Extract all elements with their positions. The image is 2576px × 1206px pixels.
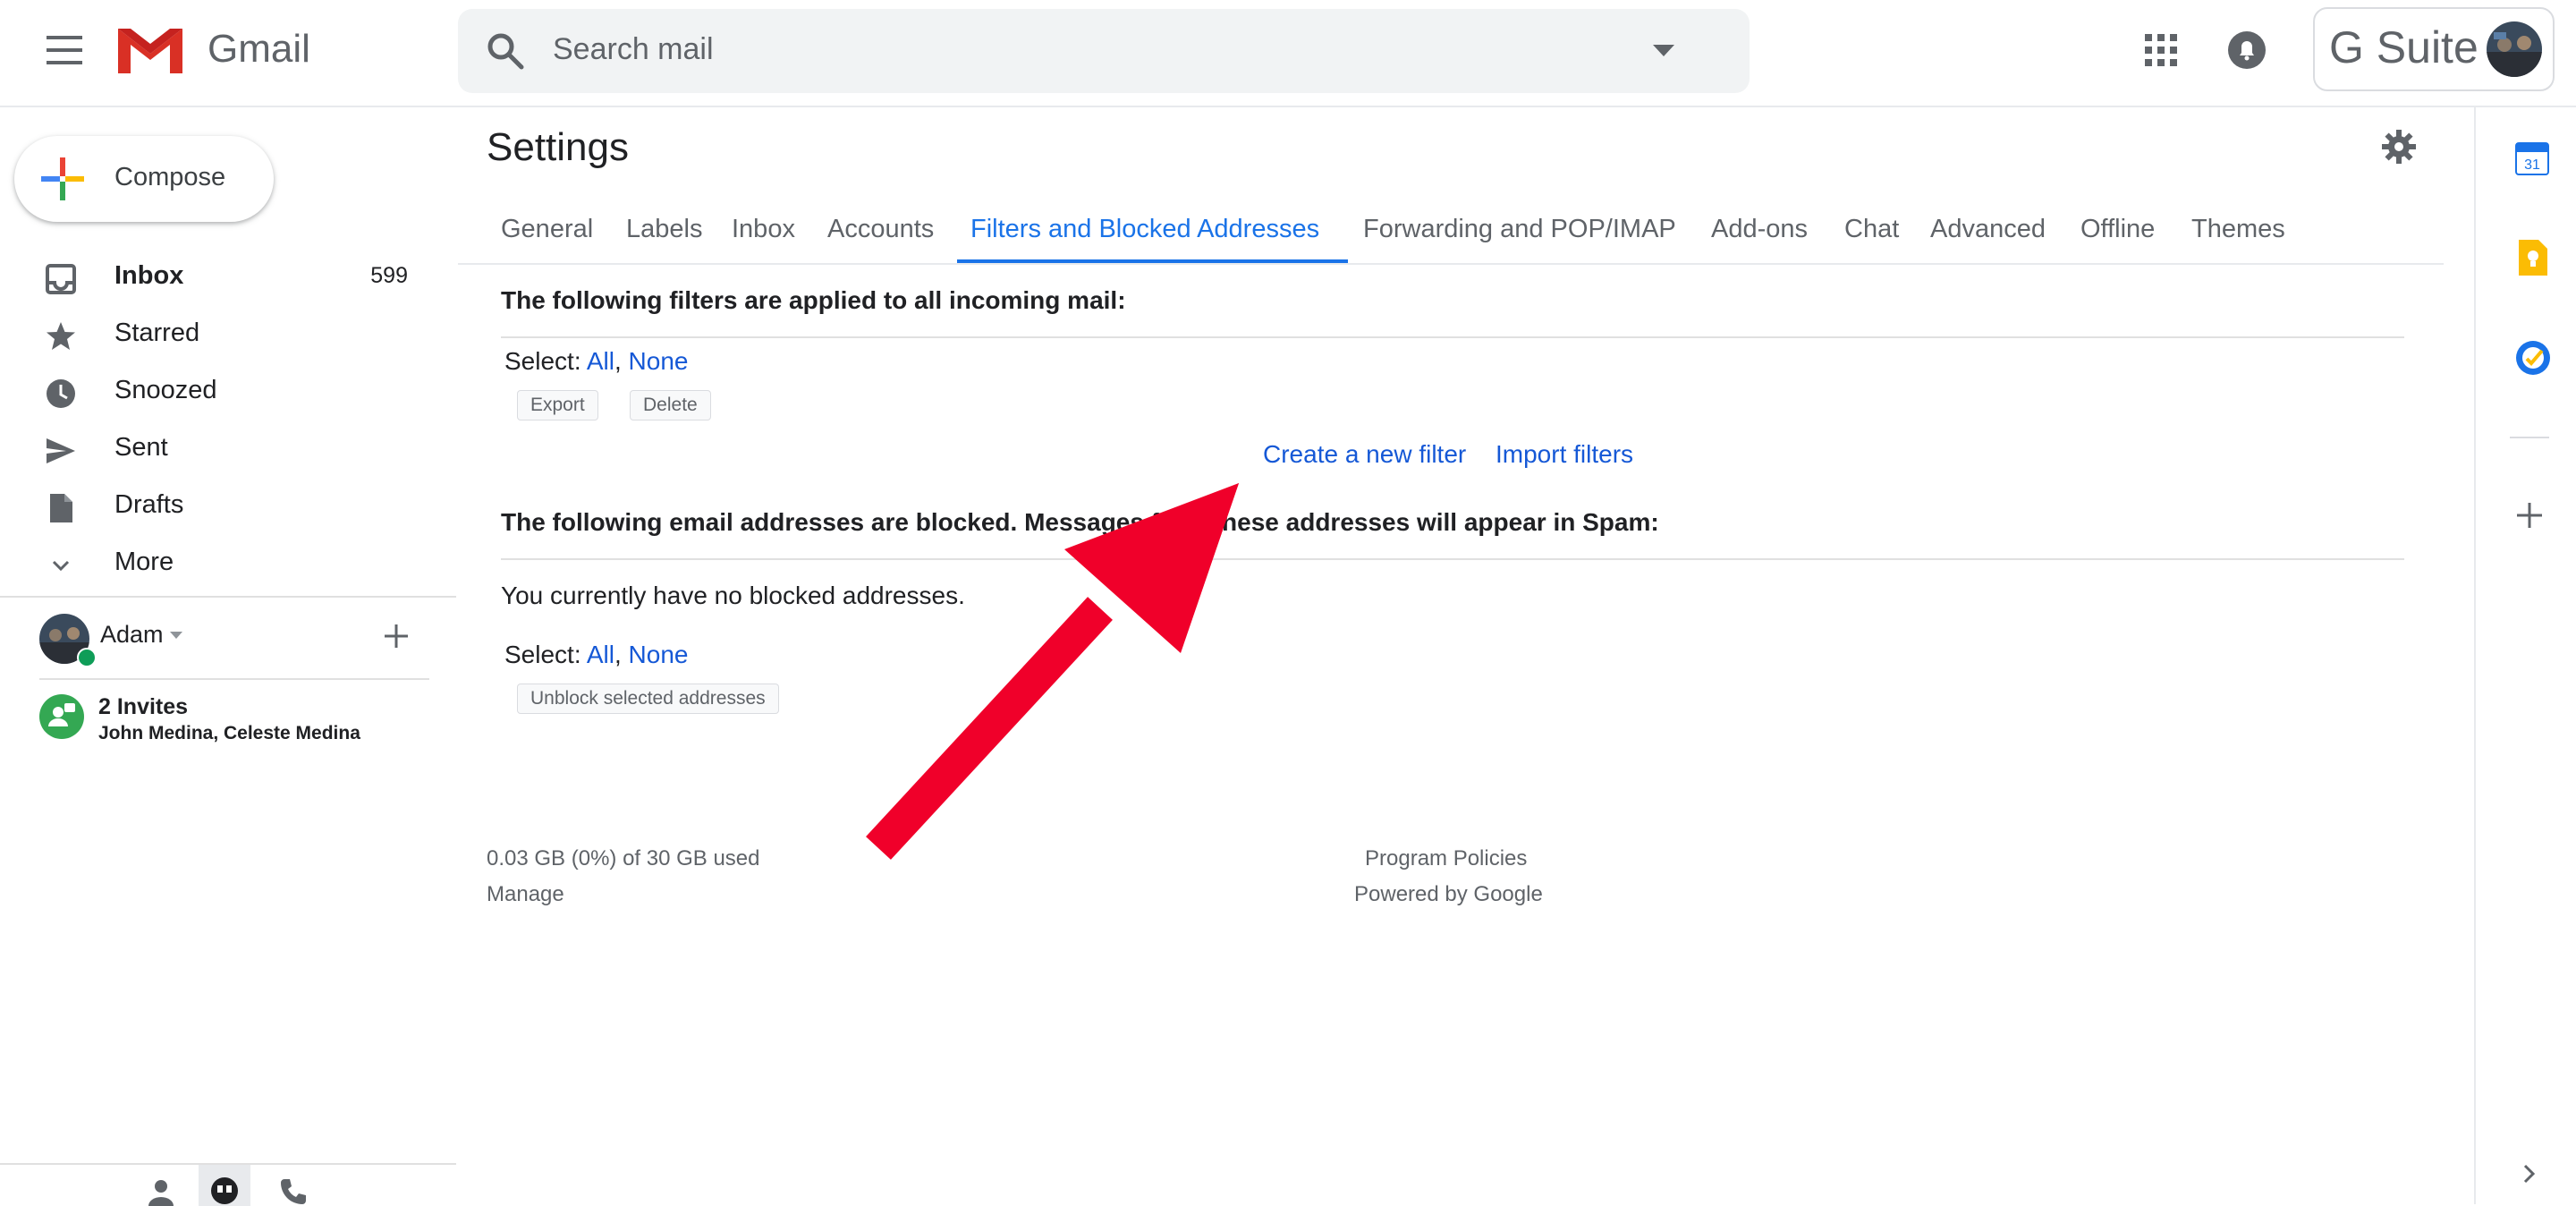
import-filters-link[interactable]: Import filters: [1496, 440, 1633, 469]
compose-plus-icon: [41, 157, 84, 200]
sidebar-item-sent[interactable]: Sent: [0, 422, 438, 480]
tab-filters-and-blocked-addresses[interactable]: Filters and Blocked Addresses: [970, 215, 1319, 244]
menu-icon[interactable]: [43, 34, 86, 66]
tab-forwarding-pop-imap[interactable]: Forwarding and POP/IMAP: [1363, 215, 1676, 244]
inbox-unread-count: 599: [370, 263, 408, 288]
select-separator: ,: [614, 641, 622, 668]
search-icon[interactable]: [485, 30, 526, 72]
select-none-link[interactable]: None: [629, 347, 689, 375]
contacts-person-icon[interactable]: [147, 1177, 175, 1206]
storage-usage-text: 0.03 GB (0%) of 30 GB used: [487, 846, 760, 871]
delete-button[interactable]: Delete: [630, 390, 711, 420]
program-policies-link[interactable]: Program Policies: [1365, 846, 1527, 871]
annotation-arrow: [859, 465, 1252, 868]
hangouts-user-row[interactable]: Adam: [39, 610, 433, 669]
hangouts-quote-icon: [209, 1176, 240, 1206]
hangouts-chat-tab[interactable]: [199, 1165, 250, 1206]
tabs-divider: [458, 263, 2444, 265]
sidebar-item-label: Sent: [114, 433, 168, 462]
powered-by-google: Powered by Google: [1354, 882, 1543, 906]
app-name[interactable]: Gmail: [208, 27, 310, 72]
invite-person-icon: [39, 694, 84, 739]
apps-grid-icon[interactable]: [2145, 34, 2177, 66]
tab-labels[interactable]: Labels: [626, 215, 702, 244]
keep-icon[interactable]: [2517, 240, 2547, 276]
sidebar-item-label: More: [114, 548, 174, 576]
sidebar-item-more[interactable]: More: [0, 537, 438, 594]
gmail-logo[interactable]: [114, 21, 186, 77]
gsuite-label: G Suite: [2329, 22, 2479, 72]
hangouts-divider: [39, 678, 429, 680]
online-status-dot: [77, 648, 97, 667]
select-separator: ,: [614, 347, 622, 375]
invites-item[interactable]: 2 Invites John Medina, Celeste Medina: [39, 689, 433, 752]
tab-advanced[interactable]: Advanced: [1930, 215, 2046, 244]
sidebar-item-snoozed[interactable]: Snoozed: [0, 365, 438, 422]
select-none-link[interactable]: None: [629, 641, 689, 668]
select-label: Select:: [504, 347, 581, 375]
invites-names: John Medina, Celeste Medina: [98, 723, 360, 743]
calendar-day-number: 31: [2524, 157, 2540, 173]
notifications-icon[interactable]: [2227, 30, 2267, 70]
create-new-filter-link[interactable]: Create a new filter: [1263, 440, 1466, 469]
blocked-select-row: Select: All, None: [504, 641, 688, 669]
sidebar-item-starred[interactable]: Starred: [0, 308, 438, 365]
tab-general[interactable]: General: [501, 215, 593, 244]
manage-storage-link[interactable]: Manage: [487, 882, 564, 907]
select-all-link[interactable]: All: [587, 347, 614, 375]
send-icon: [45, 435, 77, 467]
tab-themes[interactable]: Themes: [2191, 215, 2285, 244]
search-options-dropdown-icon[interactable]: [1653, 45, 1674, 57]
sidebar-item-inbox[interactable]: Inbox 599: [0, 251, 438, 308]
settings-gear-icon[interactable]: [2381, 129, 2417, 165]
tab-inbox[interactable]: Inbox: [732, 215, 795, 244]
filters-select-row: Select: All, None: [504, 347, 688, 376]
sidebar-item-label: Drafts: [114, 490, 184, 519]
tasks-icon[interactable]: [2515, 340, 2551, 376]
add-addon-icon[interactable]: [2517, 503, 2542, 528]
blocked-rule: [501, 558, 2404, 560]
filters-rule: [501, 336, 2404, 338]
hangouts-user-name: Adam: [100, 621, 164, 648]
export-button[interactable]: Export: [517, 390, 598, 420]
expand-panel-icon[interactable]: [2522, 1163, 2537, 1185]
unblock-selected-button[interactable]: Unblock selected addresses: [517, 684, 779, 714]
sidebar-item-drafts[interactable]: Drafts: [0, 480, 438, 537]
hangouts-bottom-bar: [0, 1163, 456, 1206]
sidebar-item-label: Snoozed: [114, 376, 217, 404]
addon-divider: [2510, 437, 2549, 438]
search-bar[interactable]: Search mail: [458, 9, 1750, 93]
user-dropdown-icon[interactable]: [170, 632, 182, 639]
select-label: Select:: [504, 641, 581, 668]
sidebar-divider: [0, 596, 456, 598]
addon-side-panel: 31: [2474, 106, 2576, 1204]
compose-button[interactable]: Compose: [14, 136, 274, 222]
calendar-icon[interactable]: 31: [2515, 140, 2549, 175]
tab-chat[interactable]: Chat: [1844, 215, 1899, 244]
chevron-down-icon: [45, 549, 77, 582]
account-switcher[interactable]: G Suite: [2313, 7, 2555, 91]
tab-offline[interactable]: Offline: [2080, 215, 2155, 244]
new-conversation-plus-icon[interactable]: [383, 623, 410, 650]
page-title: Settings: [487, 125, 629, 169]
select-all-link[interactable]: All: [587, 641, 614, 668]
tab-add-ons[interactable]: Add-ons: [1711, 215, 1808, 244]
tab-accounts[interactable]: Accounts: [827, 215, 934, 244]
sidebar-item-label: Inbox: [114, 261, 184, 290]
inbox-icon: [45, 263, 77, 295]
sidebar-item-label: Starred: [114, 318, 200, 347]
search-input[interactable]: Search mail: [553, 32, 714, 67]
phone-icon[interactable]: [279, 1177, 308, 1206]
draft-icon: [45, 492, 77, 524]
invites-title: 2 Invites: [98, 694, 189, 719]
clock-icon: [45, 378, 77, 410]
star-icon: [45, 320, 77, 352]
account-avatar[interactable]: [2487, 21, 2542, 77]
filters-heading: The following filters are applied to all…: [501, 286, 1126, 314]
compose-label: Compose: [114, 163, 226, 191]
